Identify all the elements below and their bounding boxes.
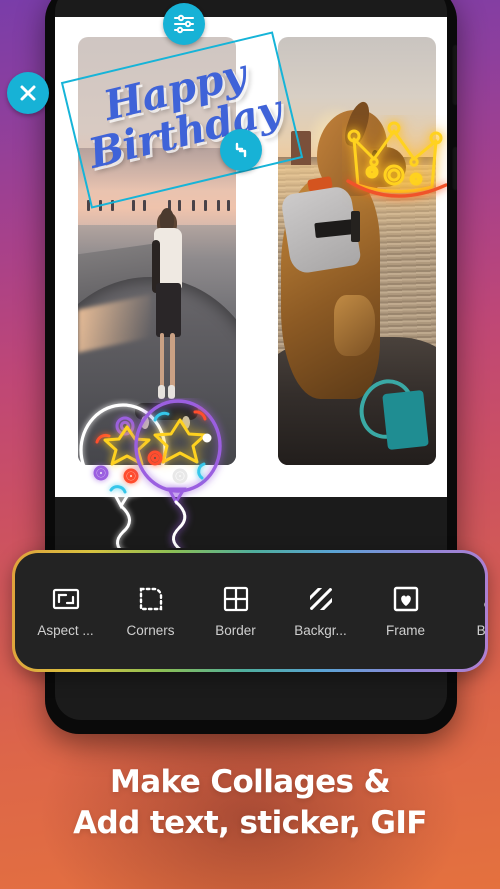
aspect-ratio-icon	[51, 584, 81, 614]
tool-corners[interactable]: Corners	[108, 553, 193, 669]
promo-headline-line1: Make Collages &	[109, 764, 391, 800]
rotate-icon	[235, 142, 247, 158]
diagonal-stripes-icon	[306, 584, 336, 614]
edit-handle[interactable]	[163, 3, 205, 45]
tool-label-border: Border	[215, 623, 256, 638]
rounded-corners-icon	[136, 584, 166, 614]
delete-handle[interactable]	[7, 72, 49, 114]
tool-border[interactable]: Border	[193, 553, 278, 669]
close-icon	[20, 85, 36, 101]
balloon-stickers[interactable]	[67, 398, 247, 548]
editor-toolbar: Aspect ... Corners Border Backgr... Fram…	[15, 553, 485, 669]
heart-frame-icon	[391, 584, 421, 614]
tool-label-background: Backgr...	[294, 623, 347, 638]
toolbar-highlight: Aspect ... Corners Border Backgr... Fram…	[12, 550, 488, 672]
tool-label-corners: Corners	[126, 623, 175, 638]
grid-border-icon	[221, 584, 251, 614]
volume-down-button[interactable]	[452, 146, 457, 191]
crown-sticker[interactable]	[342, 115, 447, 210]
tool-frame[interactable]: Frame	[363, 553, 448, 669]
tool-label-brush: Brus	[476, 623, 485, 638]
photo-right[interactable]	[278, 37, 436, 465]
tool-background[interactable]: Backgr...	[278, 553, 363, 669]
paintbrush-icon	[476, 584, 485, 614]
volume-up-button[interactable]	[452, 44, 457, 106]
promo-headline-line2: Add text, sticker, GIF	[73, 805, 427, 842]
tool-brush[interactable]: Brus	[448, 553, 485, 669]
promo-headline: Make Collages & Add text, sticker, GIF	[0, 762, 500, 844]
tool-aspect-ratio[interactable]: Aspect ...	[23, 553, 108, 669]
tool-label-aspect-ratio: Aspect ...	[37, 623, 94, 638]
rotate-resize-handle[interactable]	[220, 129, 262, 171]
tool-label-frame: Frame	[385, 623, 425, 638]
sliders-icon	[173, 14, 195, 34]
